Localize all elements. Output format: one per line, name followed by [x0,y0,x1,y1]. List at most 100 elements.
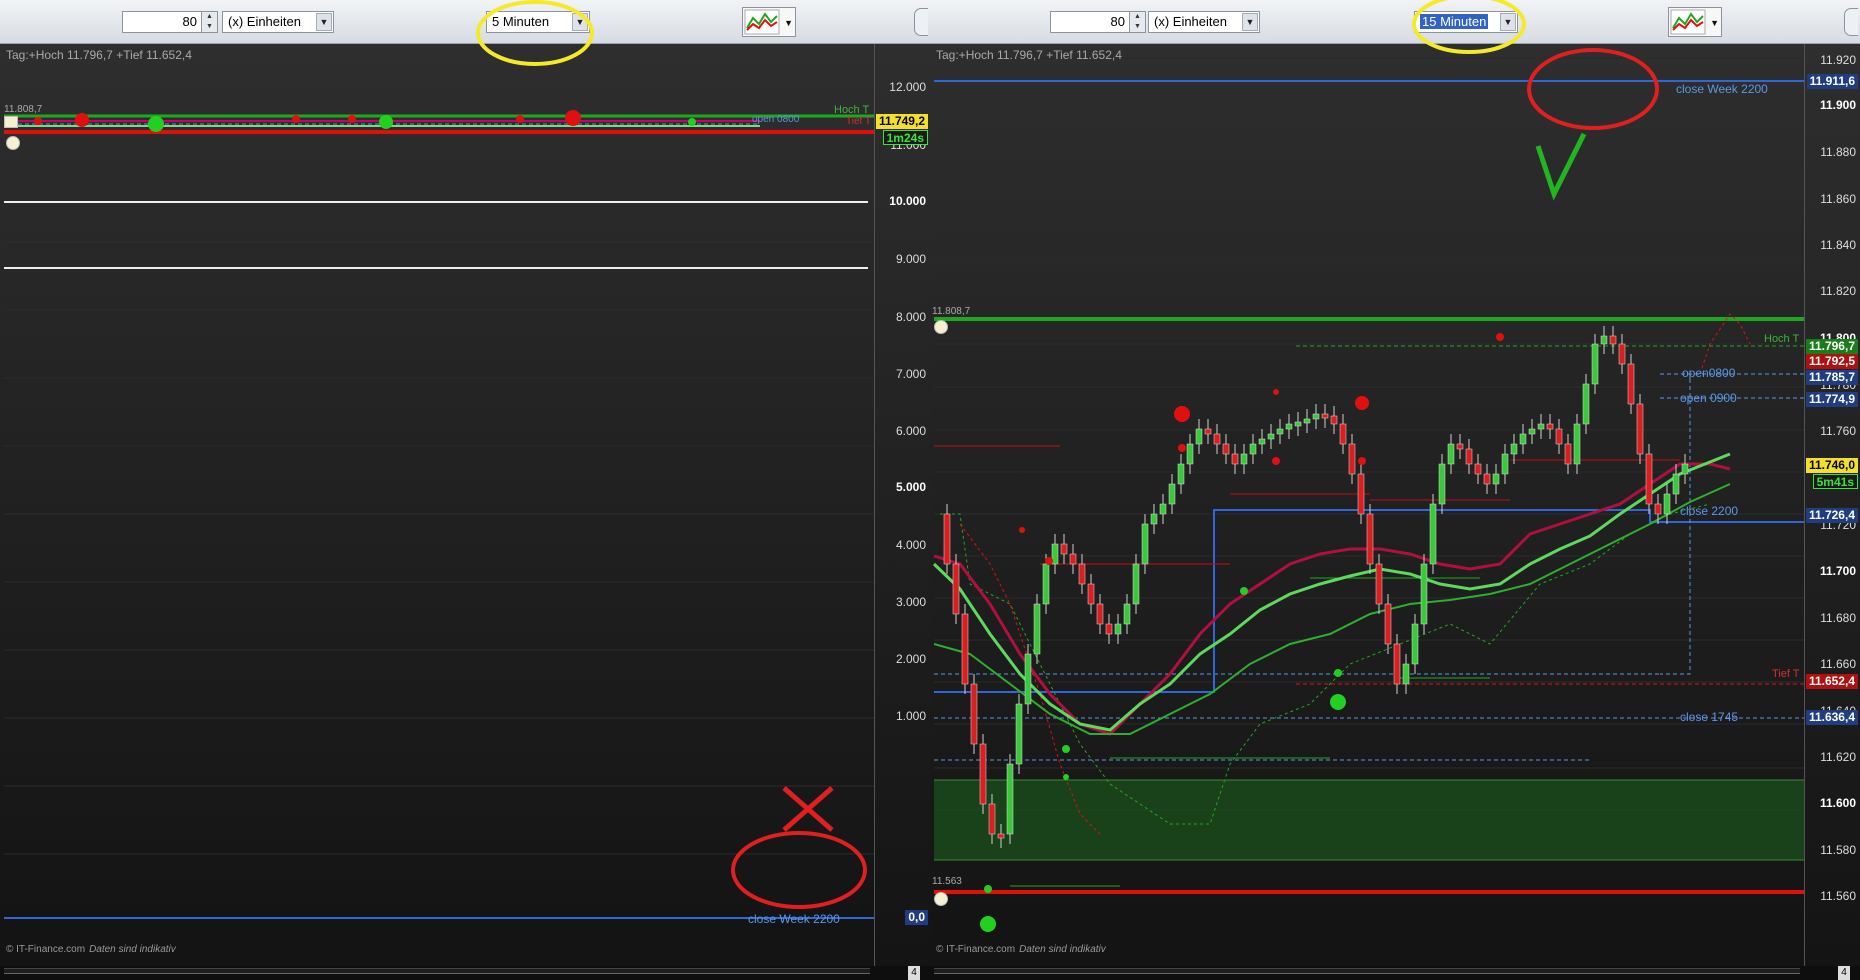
candle-body [1096,603,1104,625]
candle-body [1483,473,1491,485]
candle-body [1249,443,1257,455]
stepper-arrows-icon[interactable]: ▲ ▼ [201,12,217,32]
indicator-button-right[interactable]: ▼ [1668,7,1722,37]
chart-area-right[interactable]: Tag:+Hoch 11.796,7 +Tief 11.652,4 11.808… [930,44,1860,966]
candle-body [1357,473,1365,515]
candle-body [1609,335,1617,345]
chevron-down-icon[interactable]: ▼ [572,13,588,31]
alarm-bell-icon[interactable] [4,116,18,128]
candle-body [1510,443,1518,455]
day-high-low-header: Tag:+Hoch 11.796,7 +Tief 11.652,4 [936,48,1122,62]
candle-body [1159,503,1167,515]
open-label: open 0800 [752,114,800,125]
side-panel-toggle-left[interactable] [914,8,928,36]
chevron-down-icon[interactable]: ▼ [1500,13,1516,31]
open0900-price-box: 11.774,9 [1805,392,1858,407]
candle-body [1213,433,1221,445]
candle-body [943,513,951,565]
candle-body [1303,418,1311,424]
chevron-down-icon[interactable]: ▼ [1242,13,1258,31]
candle-body [1177,463,1185,485]
candle-body [1600,335,1608,345]
candle-body [1132,563,1140,605]
quantity-stepper-right[interactable]: 80 ▲ ▼ [1050,11,1146,33]
candle-body [1060,543,1068,555]
candle-body [1330,415,1338,425]
candle-body [1402,663,1410,685]
scroll-strip-right: 4 [930,966,1860,980]
page-indicator[interactable]: 4 [908,966,920,980]
interval-select-right[interactable]: 15 Minuten ▼ [1414,11,1518,33]
quantity-stepper-left[interactable]: 80 ▲ ▼ [122,11,218,33]
candle-body [1537,423,1545,430]
indicator-button-left[interactable]: ▼ [742,7,796,37]
horizontal-scrollbar[interactable] [4,968,870,974]
alarm-bell-icon[interactable] [6,136,20,150]
candle-body [1150,513,1158,525]
close-week-label: close Week 2200 [748,912,840,926]
candle-body [1663,493,1671,515]
candle-body [1195,428,1203,445]
candle-body [988,803,996,835]
chevron-down-icon[interactable]: ▼ [1710,18,1719,28]
candle-body [961,613,969,685]
side-panel-toggle-right[interactable] [1844,8,1858,36]
candle-body [1204,428,1212,435]
candle-body [1276,428,1284,435]
interval-value: 15 Minuten [1420,14,1489,29]
candle-body [997,833,1005,839]
unit-value: (x) Einheiten [1154,14,1227,29]
candle-body [1672,473,1680,495]
candle-body [1339,423,1347,445]
candle-body [1348,443,1356,475]
candle-body [1438,463,1446,505]
y-axis-right[interactable]: 11.920 11.900 11.880 11.860 11.840 11.82… [1804,44,1860,966]
candle-body [979,743,987,805]
open0900-label: open 0900 [1680,391,1737,405]
countdown-box: 5m41s [1812,474,1858,489]
candle-body [1492,473,1500,485]
candle-body [1420,563,1428,625]
candle-body [1681,463,1689,475]
unit-select-left[interactable]: (x) Einheiten ▼ [222,11,334,33]
current-price-box: 11.749,2 [875,114,928,129]
close-week-price-box: 11.911,6 [1806,74,1858,89]
candle-body [1168,483,1176,505]
y-axis-left[interactable]: 12.000 11.000 10.000 9.000 8.000 7.000 6… [874,44,930,966]
candle-body [1015,703,1023,765]
alarm-bell-icon[interactable] [934,320,948,334]
candle-body [1393,643,1401,685]
chart-indicator-icon [1670,9,1706,35]
candle-body [1474,463,1482,475]
stepper-arrows-icon[interactable]: ▲ ▼ [1129,12,1145,32]
close2200-price-box: 11.726,4 [1805,508,1858,523]
chart-area-left[interactable]: Tag:+Hoch 11.796,7 +Tief 11.652,4 11.808… [0,44,930,966]
candle-body [1456,443,1464,450]
candle-body [1384,603,1392,645]
chevron-down-icon[interactable]: ▼ [316,13,332,31]
candle-body [970,683,978,745]
hoch-label: Hoch T [834,104,870,116]
candle-body [1141,523,1149,565]
candle-body [1024,653,1032,705]
candle-body [1006,763,1014,835]
page-indicator[interactable]: 4 [1838,966,1850,980]
candle-body [1591,343,1599,385]
countdown-box: 1m24s [882,130,928,145]
copyright-text: © IT-Finance.com Daten sind indikativ [936,944,1106,955]
candle-body [1555,428,1563,445]
chevron-down-icon[interactable]: ▼ [784,18,793,28]
interval-select-left[interactable]: 5 Minuten ▼ [486,11,590,33]
close-week-label: close Week 2200 [1676,82,1768,96]
alarm-bell-icon[interactable] [934,892,948,906]
unit-select-right[interactable]: (x) Einheiten ▼ [1148,11,1260,33]
close1745-label: close 1745 [1680,710,1739,724]
candle-body [1546,423,1554,430]
candle-body [1186,443,1194,465]
candle-body [1267,433,1275,440]
scroll-strip-left: 4 [0,966,930,980]
red-circle-annotation [731,831,867,909]
candle-body [1105,623,1113,635]
horizontal-scrollbar[interactable] [934,968,1800,974]
candle-body [1285,423,1293,430]
